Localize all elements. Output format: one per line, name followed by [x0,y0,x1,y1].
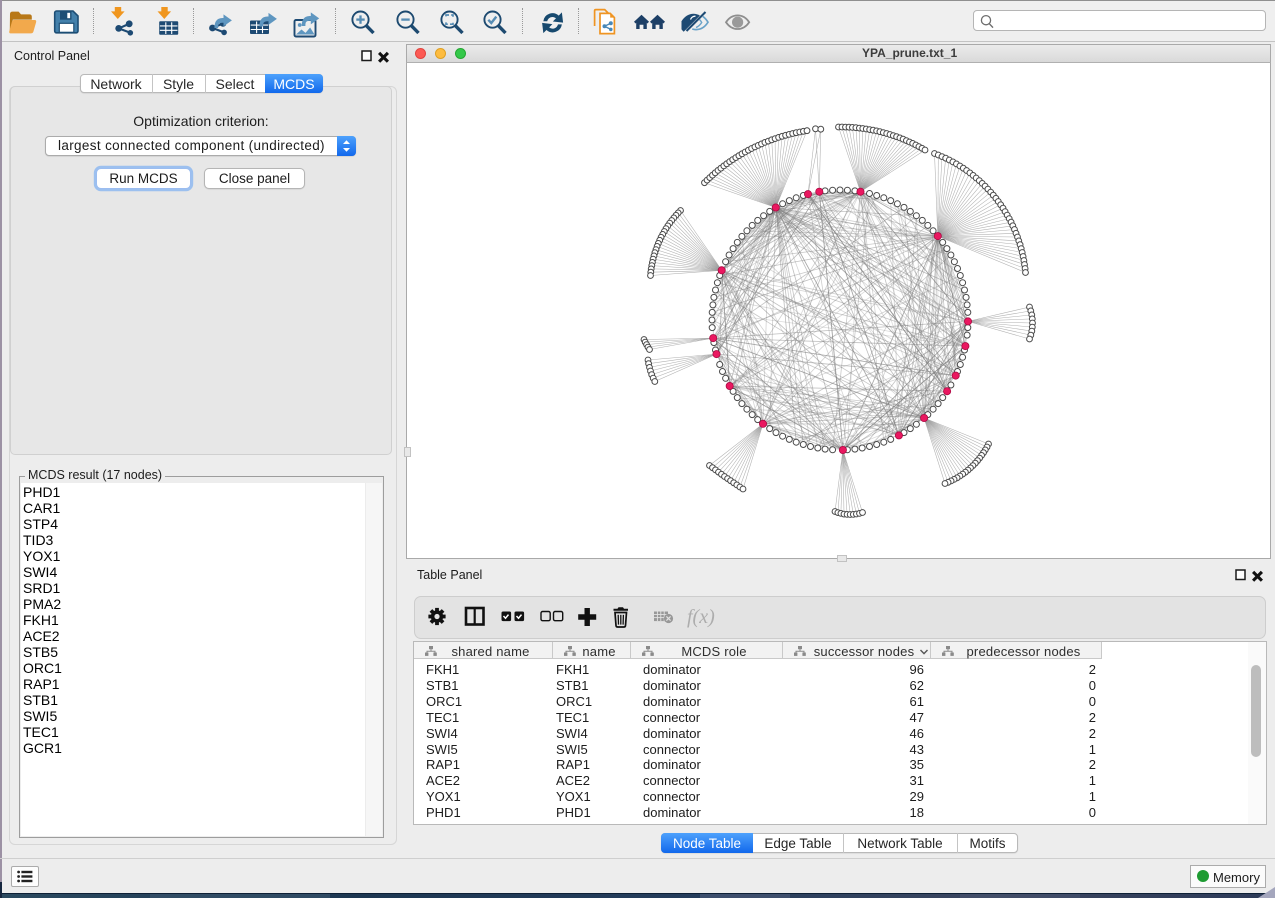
svg-text:f(x): f(x) [687,606,715,628]
